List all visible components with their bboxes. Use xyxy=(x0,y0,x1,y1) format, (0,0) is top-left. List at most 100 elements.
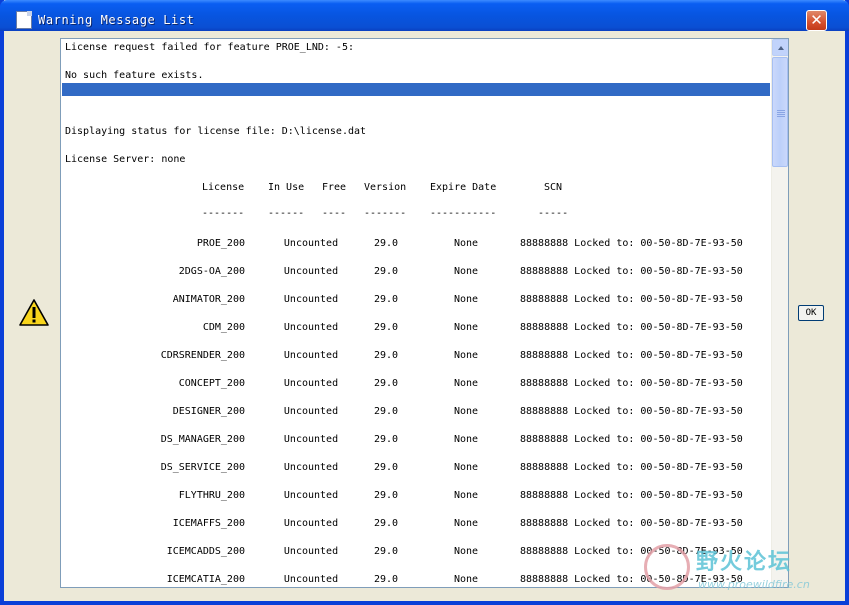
expire-date-cell: None xyxy=(453,518,479,529)
table-row: 2DGS-OA_200 Uncounted 29.0 None 88888888 Loc… xyxy=(61,266,771,280)
column-divider: ------ xyxy=(268,208,305,219)
expire-date-cell: None xyxy=(453,238,479,249)
expire-date-cell: None xyxy=(453,266,479,277)
version-cell: 29.0 xyxy=(373,574,399,585)
expire-date-cell: None xyxy=(453,434,479,445)
column-header-scn: SCN xyxy=(544,182,563,193)
in-use-cell: Uncounted xyxy=(283,574,339,585)
license-name-cell: CDM_200 xyxy=(202,322,245,333)
document-icon xyxy=(16,11,32,29)
version-cell: 29.0 xyxy=(373,378,399,389)
table-row: DS_MANAGER_200 Uncounted 29.0 None 88888888 … xyxy=(61,434,771,448)
table-row: CONCEPT_200 Uncounted 29.0 None 88888888 Loc… xyxy=(61,378,771,392)
license-name-cell: CDRSRENDER_200 xyxy=(160,350,245,361)
in-use-cell: Uncounted xyxy=(283,406,339,417)
column-header-expire-date: Expire Date xyxy=(430,182,497,193)
table-row: CDM_200 Uncounted 29.0 None 88888888 Locked … xyxy=(61,322,771,336)
expire-date-cell: None xyxy=(453,322,479,333)
close-button[interactable]: ✕ xyxy=(806,10,827,31)
table-row: FLYTHRU_200 Uncounted 29.0 None 88888888 Loc… xyxy=(61,490,771,504)
column-divider: ---- xyxy=(322,208,347,219)
selected-line-highlight[interactable] xyxy=(62,83,770,96)
license-name-cell: PROE_200 xyxy=(196,238,245,249)
watermark-text: 野火论坛 xyxy=(696,550,793,575)
version-cell: 29.0 xyxy=(373,322,399,333)
license-name-cell: 2DGS-OA_200 xyxy=(178,266,245,277)
scn-cell: 88888888 Locked to: 00-50-8D-7E-93-50 xyxy=(520,518,743,529)
scn-cell: 88888888 Locked to: 00-50-8D-7E-93-50 xyxy=(520,434,743,445)
message-line: License request failed for feature PROE_… xyxy=(65,42,354,53)
table-row: ANIMATOR_200 Uncounted 29.0 None 88888888 Lo… xyxy=(61,294,771,308)
scroll-thumb[interactable] xyxy=(772,57,788,167)
watermark-logo: 野火论坛 www.proewildfire.cn xyxy=(638,538,844,602)
scn-cell: 88888888 Locked to: 00-50-8D-7E-93-50 xyxy=(520,406,743,417)
scn-cell: 88888888 Locked to: 00-50-8D-7E-93-50 xyxy=(520,322,743,333)
message-line: No such feature exists. xyxy=(65,70,204,81)
version-cell: 29.0 xyxy=(373,406,399,417)
license-name-cell: ICEMCADDS_200 xyxy=(166,546,245,557)
column-header-free: Free xyxy=(322,182,347,193)
version-cell: 29.0 xyxy=(373,266,399,277)
vertical-scrollbar[interactable] xyxy=(771,39,788,587)
column-divider: ------- xyxy=(364,208,407,219)
license-name-cell: ICEMCATIA_200 xyxy=(166,574,245,585)
column-header-license: License xyxy=(202,182,245,193)
scn-cell: 88888888 Locked to: 00-50-8D-7E-93-50 xyxy=(520,266,743,277)
in-use-cell: Uncounted xyxy=(283,518,339,529)
license-name-cell: DS_SERVICE_200 xyxy=(160,462,245,473)
logo-ring-icon xyxy=(644,544,690,590)
column-divider: ----------- xyxy=(430,208,497,219)
scn-cell: 88888888 Locked to: 00-50-8D-7E-93-50 xyxy=(520,294,743,305)
table-row: CDRSRENDER_200 Uncounted 29.0 None 88888888 … xyxy=(61,350,771,364)
scn-cell: 88888888 Locked to: 00-50-8D-7E-93-50 xyxy=(520,490,743,501)
expire-date-cell: None xyxy=(453,462,479,473)
scroll-up-button[interactable] xyxy=(772,39,788,56)
expire-date-cell: None xyxy=(453,490,479,501)
in-use-cell: Uncounted xyxy=(283,238,339,249)
column-header-version: Version xyxy=(364,182,407,193)
version-cell: 29.0 xyxy=(373,294,399,305)
version-cell: 29.0 xyxy=(373,462,399,473)
license-name-cell: CONCEPT_200 xyxy=(178,378,245,389)
version-cell: 29.0 xyxy=(373,434,399,445)
license-name-cell: FLYTHRU_200 xyxy=(178,490,245,501)
scn-cell: 88888888 Locked to: 00-50-8D-7E-93-50 xyxy=(520,350,743,361)
in-use-cell: Uncounted xyxy=(283,546,339,557)
version-cell: 29.0 xyxy=(373,238,399,249)
message-list-content: License request failed for feature PROE_… xyxy=(61,39,771,587)
in-use-cell: Uncounted xyxy=(283,462,339,473)
expire-date-cell: None xyxy=(453,406,479,417)
version-cell: 29.0 xyxy=(373,490,399,501)
scn-cell: 88888888 Locked to: 00-50-8D-7E-93-50 xyxy=(520,462,743,473)
column-divider: ------- xyxy=(202,208,245,219)
in-use-cell: Uncounted xyxy=(283,434,339,445)
expire-date-cell: None xyxy=(453,294,479,305)
in-use-cell: Uncounted xyxy=(283,350,339,361)
expire-date-cell: None xyxy=(453,546,479,557)
column-header-in-use: In Use xyxy=(268,182,305,193)
license-name-cell: ANIMATOR_200 xyxy=(172,294,245,305)
version-cell: 29.0 xyxy=(373,546,399,557)
scn-cell: 88888888 Locked to: 00-50-8D-7E-93-50 xyxy=(520,378,743,389)
license-name-cell: DESIGNER_200 xyxy=(172,406,245,417)
message-line: Displaying status for license file: D:\l… xyxy=(65,126,367,137)
watermark-url: www.proewildfire.cn xyxy=(698,578,810,591)
expire-date-cell: None xyxy=(453,378,479,389)
in-use-cell: Uncounted xyxy=(283,378,339,389)
in-use-cell: Uncounted xyxy=(283,294,339,305)
in-use-cell: Uncounted xyxy=(283,490,339,501)
title-bar[interactable]: Warning Message List ✕ xyxy=(0,0,849,31)
table-row: DS_SERVICE_200 Uncounted 29.0 None 88888888 … xyxy=(61,462,771,476)
message-list[interactable]: License request failed for feature PROE_… xyxy=(60,38,789,588)
expire-date-cell: None xyxy=(453,350,479,361)
scn-cell: 88888888 Locked to: 00-50-8D-7E-93-50 xyxy=(520,238,743,249)
message-line: License Server: none xyxy=(65,154,186,165)
license-name-cell: ICEMAFFS_200 xyxy=(172,518,245,529)
table-row: PROE_200 Uncounted 29.0 None 88888888 Locked… xyxy=(61,238,771,252)
license-name-cell: DS_MANAGER_200 xyxy=(160,434,245,445)
table-row: DESIGNER_200 Uncounted 29.0 None 88888888 Lo… xyxy=(61,406,771,420)
version-cell: 29.0 xyxy=(373,350,399,361)
in-use-cell: Uncounted xyxy=(283,266,339,277)
ok-button[interactable]: OK xyxy=(798,305,824,321)
column-divider: ----- xyxy=(538,208,569,219)
